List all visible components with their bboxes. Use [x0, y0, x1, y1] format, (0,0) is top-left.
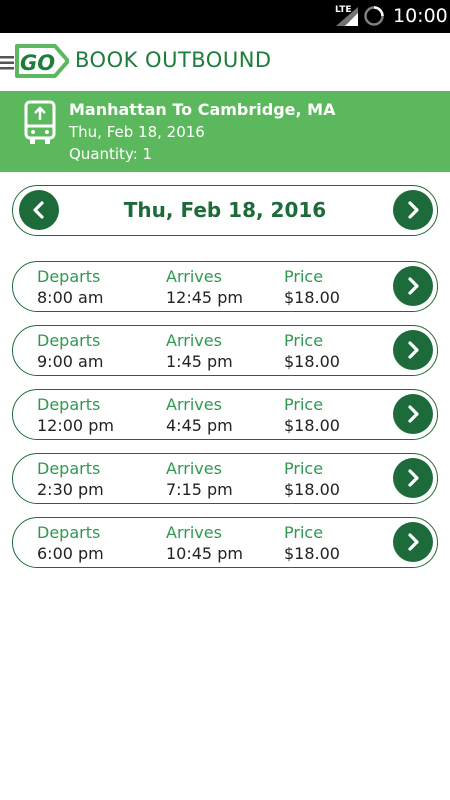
arrives-label: Arrives	[166, 395, 222, 414]
select-trip-button[interactable]	[393, 394, 433, 434]
go-logo[interactable]: GO	[13, 42, 69, 80]
arrives-time: 1:45 pm	[166, 352, 233, 371]
trip-option-row[interactable]: Departs 2:30 pm Arrives 7:15 pm Price $18.0…	[12, 453, 438, 504]
page-title: BOOK OUTBOUND	[75, 48, 272, 72]
trip-option-row[interactable]: Departs 6:00 pm Arrives 10:45 pm Price $18.…	[12, 517, 438, 568]
price-value: $18.00	[284, 288, 340, 307]
departs-label: Departs	[37, 267, 101, 286]
price-label: Price	[284, 523, 324, 542]
select-trip-button[interactable]	[393, 266, 433, 306]
trip-option-row[interactable]: Departs 12:00 pm Arrives 4:45 pm Price $18.…	[12, 389, 438, 440]
trip-option-row[interactable]: Departs 9:00 am Arrives 1:45 pm Price $18.0…	[12, 325, 438, 376]
price-value: $18.00	[284, 544, 340, 563]
departs-time: 12:00 pm	[37, 416, 114, 435]
chevron-right-icon	[408, 405, 419, 423]
trip-option-row[interactable]: Departs 8:00 am Arrives 12:45 pm Price $18.…	[12, 261, 438, 312]
chevron-right-icon	[408, 277, 419, 295]
trip-route: Manhattan To Cambridge, MA	[69, 100, 336, 119]
trip-summary-banner: Manhattan To Cambridge, MA Thu, Feb 18, …	[0, 91, 450, 172]
trip-quantity: Quantity: 1	[69, 145, 153, 163]
departs-label: Departs	[37, 523, 101, 542]
selected-date: Thu, Feb 18, 2016	[123, 198, 327, 222]
departs-time: 8:00 am	[37, 288, 104, 307]
arrives-time: 4:45 pm	[166, 416, 233, 435]
price-value: $18.00	[284, 416, 340, 435]
chevron-right-icon	[408, 201, 419, 219]
arrives-label: Arrives	[166, 331, 222, 350]
next-date-button[interactable]	[393, 190, 433, 230]
price-value: $18.00	[284, 352, 340, 371]
price-label: Price	[284, 267, 324, 286]
signal-icon	[336, 7, 358, 26]
select-trip-button[interactable]	[393, 522, 433, 562]
clock: 10:00	[393, 5, 448, 27]
chevron-right-icon	[408, 533, 419, 551]
price-label: Price	[284, 331, 324, 350]
menu-icon[interactable]	[0, 55, 14, 71]
trip-list: Departs 8:00 am Arrives 12:45 pm Price $18.…	[12, 261, 438, 581]
date-selector: Thu, Feb 18, 2016	[12, 185, 438, 236]
chevron-right-icon	[408, 341, 419, 359]
arrives-time: 10:45 pm	[166, 544, 243, 563]
arrives-time: 12:45 pm	[166, 288, 243, 307]
trip-date: Thu, Feb 18, 2016	[69, 123, 205, 141]
arrives-label: Arrives	[166, 523, 222, 542]
price-label: Price	[284, 395, 324, 414]
select-trip-button[interactable]	[393, 458, 433, 498]
departs-label: Departs	[37, 331, 101, 350]
price-value: $18.00	[284, 480, 340, 499]
arrives-label: Arrives	[166, 267, 222, 286]
app-bar: GO BOOK OUTBOUND	[0, 33, 450, 91]
select-trip-button[interactable]	[393, 330, 433, 370]
arrives-label: Arrives	[166, 459, 222, 478]
departs-label: Departs	[37, 459, 101, 478]
battery-icon	[364, 6, 384, 26]
bus-icon	[24, 100, 56, 144]
price-label: Price	[284, 459, 324, 478]
logo-text: GO	[20, 51, 55, 75]
departs-label: Departs	[37, 395, 101, 414]
departs-time: 6:00 pm	[37, 544, 104, 563]
chevron-right-icon	[408, 469, 419, 487]
arrives-time: 7:15 pm	[166, 480, 233, 499]
departs-time: 9:00 am	[37, 352, 104, 371]
departs-time: 2:30 pm	[37, 480, 104, 499]
status-bar: LTE 10:00	[0, 0, 450, 33]
